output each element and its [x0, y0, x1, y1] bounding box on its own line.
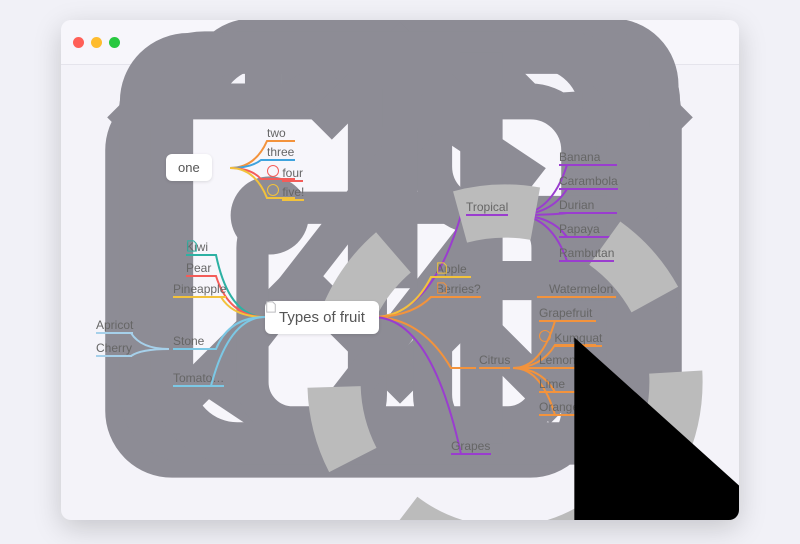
note-icon	[436, 262, 448, 274]
mouse-cursor-icon	[362, 312, 374, 330]
node-central-label: Types of fruit	[279, 309, 365, 326]
node-durian[interactable]: Durian	[559, 198, 594, 214]
node-five[interactable]: five!	[267, 184, 304, 199]
node-berries[interactable]: Berries?	[436, 282, 484, 296]
titlebar: Mind Map Edited	[61, 20, 739, 65]
node-pear[interactable]: Pear	[186, 261, 211, 277]
node-rambutan[interactable]: Rambutan	[559, 246, 614, 262]
app-window: Mind Map Edited	[61, 20, 739, 520]
node-banana[interactable]: Banana	[559, 150, 600, 166]
circle-icon	[267, 165, 279, 177]
node-tomato[interactable]: Tomato…	[173, 371, 224, 387]
node-four-label: four	[282, 166, 303, 182]
node-tropical[interactable]: Tropical	[466, 200, 508, 216]
node-stone[interactable]: Stone	[173, 334, 204, 350]
node-watermelon[interactable]: Watermelon	[549, 282, 613, 298]
node-one[interactable]: one	[166, 154, 212, 181]
node-apricot[interactable]: Apricot	[96, 318, 133, 334]
node-two[interactable]: two	[267, 126, 286, 142]
node-carambola[interactable]: Carambola	[559, 174, 618, 190]
node-four[interactable]: four	[267, 165, 303, 180]
node-apple[interactable]: Apple	[436, 262, 470, 276]
toolbar-right	[655, 32, 723, 52]
note-icon	[436, 282, 448, 294]
note-icon	[265, 301, 277, 313]
node-five-label: five!	[282, 185, 304, 201]
node-kiwi[interactable]: Kiwi	[186, 240, 211, 254]
node-papaya[interactable]: Papaya	[559, 222, 600, 238]
node-three[interactable]: three	[267, 145, 294, 161]
node-cherry[interactable]: Cherry	[96, 341, 132, 357]
inspector-icon[interactable]	[701, 32, 723, 52]
note-icon	[186, 240, 198, 252]
mindmap-canvas[interactable]: one two three four five! Types of fruit …	[61, 64, 739, 520]
node-pineapple[interactable]: Pineapple	[173, 282, 226, 298]
circle-icon	[267, 184, 279, 196]
